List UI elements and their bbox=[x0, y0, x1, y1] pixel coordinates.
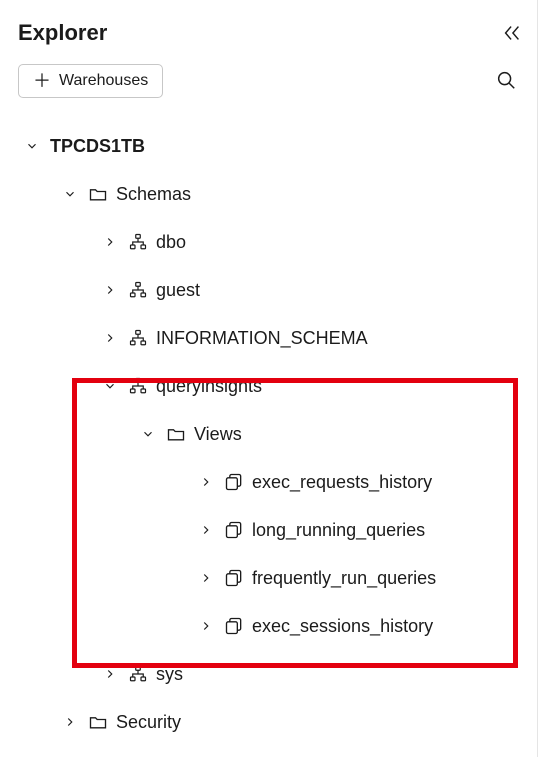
folder-icon bbox=[166, 424, 186, 444]
tree-node-view-long-running-queries[interactable]: long_running_queries bbox=[18, 506, 527, 554]
tree-node-label: INFORMATION_SCHEMA bbox=[156, 328, 368, 349]
search-button[interactable] bbox=[491, 65, 521, 98]
tree-node-label: Views bbox=[194, 424, 242, 445]
tree-node-label: frequently_run_queries bbox=[252, 568, 436, 589]
folder-icon bbox=[88, 712, 108, 732]
chevron-down-icon bbox=[138, 427, 158, 441]
tree-node-label: sys bbox=[156, 664, 183, 685]
chevron-down-icon bbox=[100, 379, 120, 393]
tree-node-views-folder[interactable]: Views bbox=[18, 410, 527, 458]
tree-node-schema-sys[interactable]: sys bbox=[18, 650, 527, 698]
tree-node-schema-dbo[interactable]: dbo bbox=[18, 218, 527, 266]
tree-node-schema-guest[interactable]: guest bbox=[18, 266, 527, 314]
chevron-right-icon bbox=[196, 523, 216, 537]
explorer-header: Explorer bbox=[18, 12, 527, 64]
plus-icon: ＋ bbox=[33, 72, 51, 90]
tree-node-security-folder[interactable]: Security bbox=[18, 698, 527, 746]
chevron-double-left-icon bbox=[501, 22, 523, 44]
view-icon bbox=[224, 520, 244, 540]
explorer-tree: TPCDS1TB Schemas dbo bbox=[18, 116, 527, 746]
chevron-right-icon bbox=[100, 283, 120, 297]
tree-node-view-exec-sessions-history[interactable]: exec_sessions_history bbox=[18, 602, 527, 650]
tree-node-label: long_running_queries bbox=[252, 520, 425, 541]
view-icon bbox=[224, 472, 244, 492]
folder-icon bbox=[88, 184, 108, 204]
chevron-right-icon bbox=[100, 331, 120, 345]
chevron-right-icon bbox=[196, 475, 216, 489]
schema-icon bbox=[128, 233, 148, 251]
tree-node-label: queryinsights bbox=[156, 376, 262, 397]
chevron-right-icon bbox=[60, 715, 80, 729]
chevron-right-icon bbox=[196, 619, 216, 633]
explorer-panel: Explorer ＋ Warehouses TPCDS1TB bbox=[0, 0, 538, 757]
search-icon bbox=[495, 69, 517, 91]
tree-node-label: Schemas bbox=[116, 184, 191, 205]
view-icon bbox=[224, 616, 244, 636]
chevron-right-icon bbox=[100, 667, 120, 681]
tree-node-label: TPCDS1TB bbox=[50, 136, 145, 157]
tree-node-label: exec_requests_history bbox=[252, 472, 432, 493]
schema-icon bbox=[128, 329, 148, 347]
schema-icon bbox=[128, 665, 148, 683]
tree-node-label: guest bbox=[156, 280, 200, 301]
view-icon bbox=[224, 568, 244, 588]
explorer-toolbar: ＋ Warehouses bbox=[18, 64, 527, 116]
tree-node-label: Security bbox=[116, 712, 181, 733]
collapse-panel-button[interactable] bbox=[501, 22, 523, 44]
chevron-down-icon bbox=[22, 139, 42, 153]
chevron-right-icon bbox=[196, 571, 216, 585]
tree-node-schema-information-schema[interactable]: INFORMATION_SCHEMA bbox=[18, 314, 527, 362]
chevron-down-icon bbox=[60, 187, 80, 201]
tree-node-schemas-folder[interactable]: Schemas bbox=[18, 170, 527, 218]
tree-node-schema-queryinsights[interactable]: queryinsights bbox=[18, 362, 527, 410]
tree-node-label: exec_sessions_history bbox=[252, 616, 433, 637]
schema-icon bbox=[128, 377, 148, 395]
tree-node-view-exec-requests-history[interactable]: exec_requests_history bbox=[18, 458, 527, 506]
add-warehouse-label: Warehouses bbox=[59, 72, 148, 90]
add-warehouse-button[interactable]: ＋ Warehouses bbox=[18, 64, 163, 98]
chevron-right-icon bbox=[100, 235, 120, 249]
tree-node-label: dbo bbox=[156, 232, 186, 253]
tree-node-view-frequently-run-queries[interactable]: frequently_run_queries bbox=[18, 554, 527, 602]
explorer-title: Explorer bbox=[18, 20, 107, 46]
schema-icon bbox=[128, 281, 148, 299]
tree-node-database[interactable]: TPCDS1TB bbox=[18, 122, 527, 170]
